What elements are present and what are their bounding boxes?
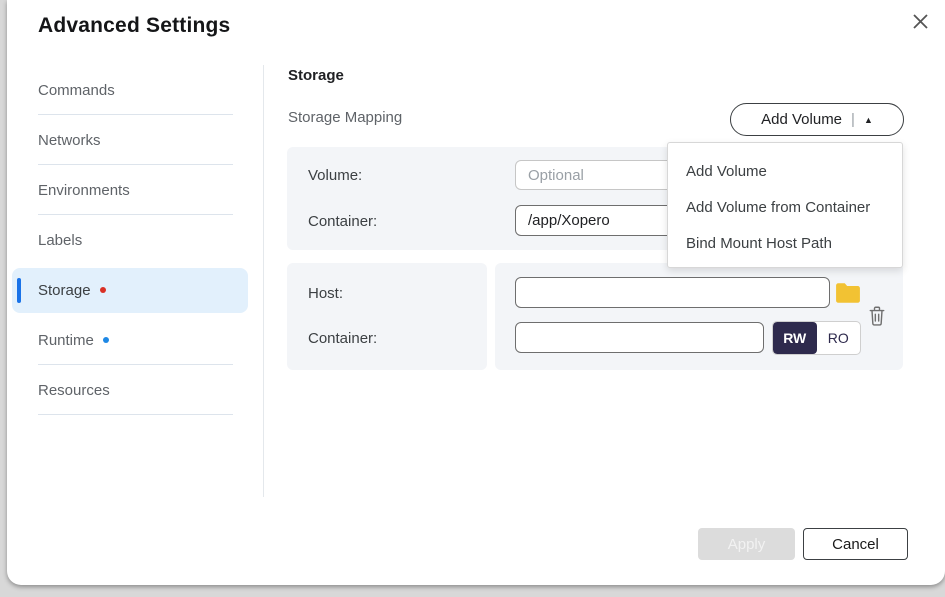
add-volume-dropdown-button[interactable]: Add Volume | ▲ <box>730 103 904 136</box>
apply-button[interactable]: Apply <box>698 528 795 560</box>
button-separator: | <box>851 111 855 128</box>
close-button[interactable] <box>905 9 935 39</box>
sidebar: Commands Networks Environments Labels St… <box>38 65 233 415</box>
read-write-toggle: RW RO <box>772 321 861 355</box>
bind-mount-inputs-card: RW RO <box>495 263 903 370</box>
storage-mapping-label: Storage Mapping <box>288 109 402 126</box>
delete-mapping-button[interactable] <box>867 305 889 329</box>
sidebar-item-label: Resources <box>38 382 110 399</box>
menu-item-add-volume-from-container[interactable]: Add Volume from Container <box>668 189 902 225</box>
sidebar-item-label: Networks <box>38 132 101 149</box>
cancel-button[interactable]: Cancel <box>803 528 908 560</box>
browse-folder-button[interactable] <box>835 281 861 305</box>
trash-icon <box>867 314 887 331</box>
folder-icon <box>835 292 861 309</box>
panel-heading: Storage <box>288 67 344 84</box>
container-label: Container: <box>308 213 377 230</box>
menu-item-add-volume[interactable]: Add Volume <box>668 153 902 189</box>
rw-option[interactable]: RW <box>773 322 817 354</box>
container-label: Container: <box>308 330 377 347</box>
host-path-input[interactable] <box>515 277 830 308</box>
dialog-title: Advanced Settings <box>38 14 230 38</box>
unsaved-changes-dot-red <box>100 287 106 293</box>
close-icon <box>912 13 929 35</box>
sidebar-item-label: Environments <box>38 182 130 199</box>
sidebar-item-storage[interactable]: Storage <box>38 265 233 315</box>
sidebar-item-label: Runtime <box>38 332 94 349</box>
modified-dot-blue <box>103 337 109 343</box>
add-volume-menu: Add Volume Add Volume from Container Bin… <box>667 142 903 268</box>
sidebar-item-label: Labels <box>38 232 82 249</box>
add-volume-button-label: Add Volume <box>761 111 842 128</box>
menu-item-bind-mount-host-path[interactable]: Bind Mount Host Path <box>668 225 902 261</box>
ro-option[interactable]: RO <box>817 322 861 354</box>
sidebar-item-networks[interactable]: Networks <box>38 115 233 165</box>
bind-mount-labels-card: Host: Container: <box>287 263 487 370</box>
sidebar-item-environments[interactable]: Environments <box>38 165 233 215</box>
sidebar-item-resources[interactable]: Resources <box>38 365 233 415</box>
sidebar-divider <box>263 65 264 497</box>
container-path-input[interactable] <box>515 322 764 353</box>
sidebar-item-label: Commands <box>38 82 115 99</box>
sidebar-item-runtime[interactable]: Runtime <box>38 315 233 365</box>
chevron-up-icon: ▲ <box>864 115 873 125</box>
sidebar-item-labels[interactable]: Labels <box>38 215 233 265</box>
sidebar-item-label: Storage <box>38 282 91 299</box>
host-label: Host: <box>308 285 343 302</box>
volume-label: Volume: <box>308 167 362 184</box>
advanced-settings-dialog: Advanced Settings Commands Networks Envi… <box>7 0 945 585</box>
sidebar-item-commands[interactable]: Commands <box>38 65 233 115</box>
sidebar-selected-indicator <box>17 278 21 303</box>
